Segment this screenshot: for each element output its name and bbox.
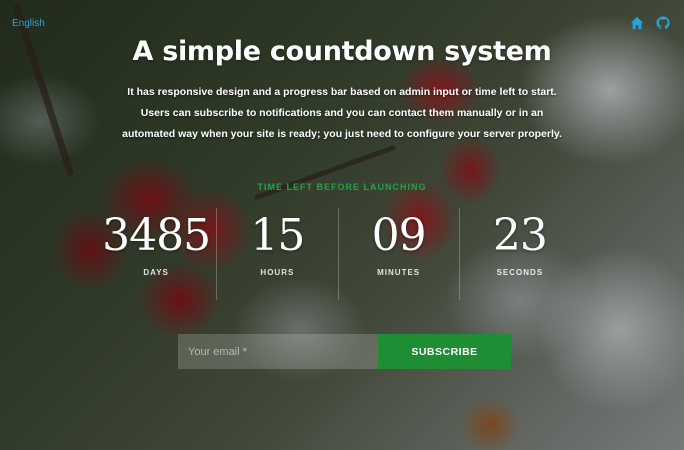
- countdown-label: MINUTES: [377, 268, 421, 277]
- countdown-minutes: 09 MINUTES: [337, 208, 459, 300]
- countdown-seconds: 23 SECONDS: [458, 208, 580, 300]
- language-link[interactable]: English: [12, 18, 45, 29]
- countdown-days: 3485 DAYS: [96, 208, 216, 300]
- subscribe-form: SUBSCRIBE: [178, 334, 511, 369]
- countdown-value: 15: [250, 210, 305, 261]
- countdown-label: HOURS: [260, 268, 295, 277]
- subscribe-button[interactable]: SUBSCRIBE: [378, 334, 511, 369]
- countdown-timer: 3485 DAYS 15 HOURS 09 MINUTES 23 SECONDS: [96, 208, 580, 300]
- countdown-caption: TIME LEFT BEFORE LAUNCHING: [257, 182, 427, 192]
- countdown-value: 09: [371, 210, 427, 261]
- page-title: A simple countdown system: [132, 36, 552, 67]
- countdown-label: SECONDS: [496, 268, 544, 277]
- email-input[interactable]: [178, 334, 378, 369]
- header-icons: [630, 16, 670, 30]
- github-icon[interactable]: [656, 16, 670, 30]
- page-description: It has responsive design and a progress …: [122, 86, 562, 140]
- home-icon[interactable]: [630, 16, 644, 30]
- countdown-hours: 15 HOURS: [216, 208, 337, 300]
- countdown-label: DAYS: [143, 268, 169, 277]
- countdown-value: 23: [492, 210, 548, 261]
- countdown-value: 3485: [102, 210, 211, 261]
